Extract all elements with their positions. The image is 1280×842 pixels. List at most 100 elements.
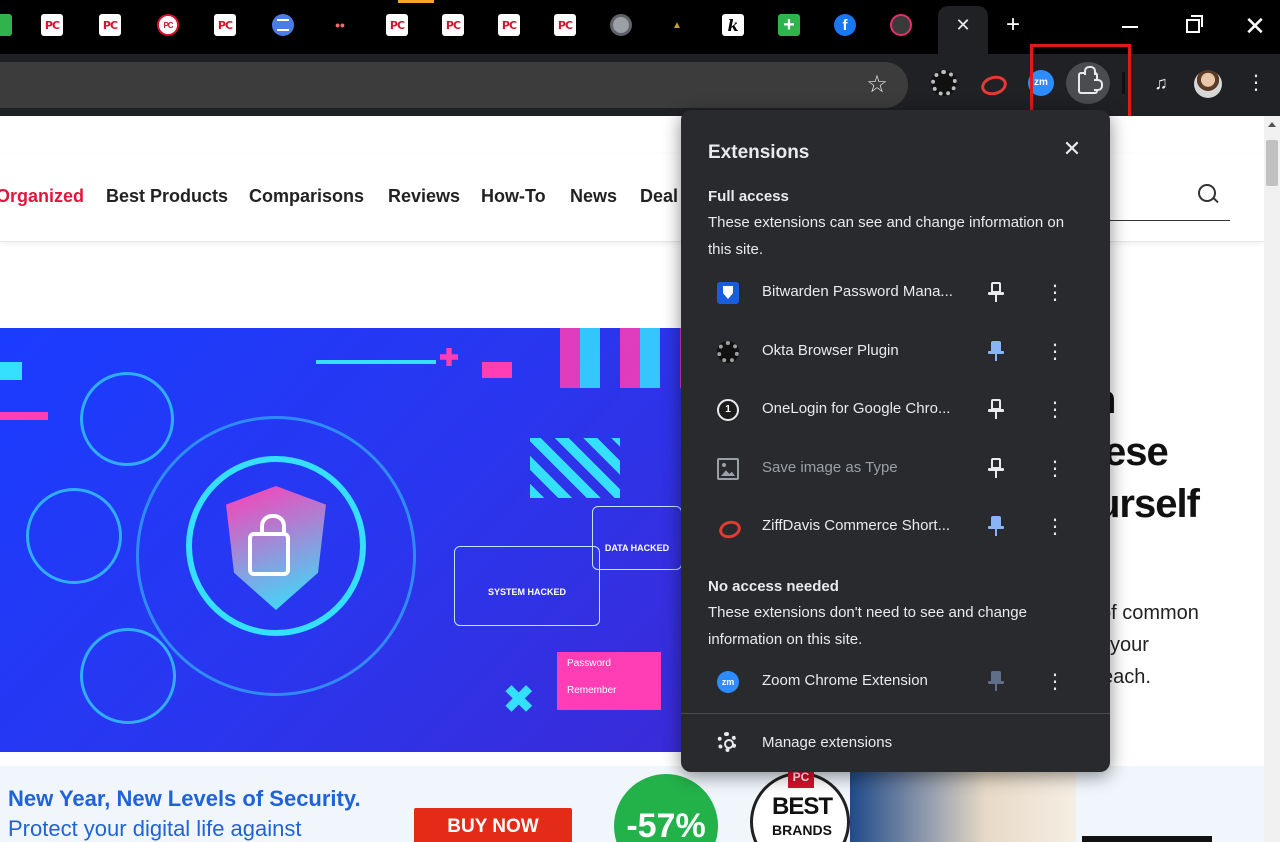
ad-headline: New Year, New Levels of Security. (8, 786, 361, 811)
hero-eye-circle (80, 372, 174, 466)
tab-6-favicon-icon[interactable] (329, 14, 351, 36)
hero-plus (440, 348, 458, 366)
manage-extensions-button[interactable]: Manage extensions (681, 714, 1110, 770)
more-vert-icon[interactable]: ⋮ (1045, 455, 1065, 483)
nav-item-news[interactable]: News (570, 186, 617, 207)
more-vert-icon[interactable]: ⋮ (1045, 338, 1065, 366)
pin-icon[interactable] (987, 398, 1005, 422)
article-headline-fragment: ese (1104, 430, 1169, 474)
extension-row-bitwarden[interactable]: Bitwarden Password Mana... ⋮ (681, 266, 1110, 320)
more-vert-icon[interactable]: ⋮ (1045, 279, 1065, 307)
hero-system-hacked-card: SYSTEM HACKED (454, 546, 600, 626)
hero-pixel (0, 412, 48, 420)
ad-banner[interactable]: New Year, New Levels of Security. Protec… (0, 766, 1264, 842)
best-brands-brands: BRANDS (772, 822, 832, 838)
no-access-description: These extensions don't need to see and c… (708, 604, 1027, 648)
hero-pixel-grid (530, 438, 620, 498)
extension-name: ZiffDavis Commerce Short... (762, 517, 951, 534)
article-body-fragment: your (1110, 634, 1149, 656)
tab-4-favicon-icon[interactable]: PC (214, 14, 236, 36)
hero-x-mark: ✖ (502, 678, 536, 722)
nav-item-organized[interactable]: Organized (0, 186, 84, 207)
okta-toolbar-icon[interactable] (931, 70, 957, 96)
tab-3-favicon-icon[interactable]: PC (157, 14, 179, 36)
hero-pixel (0, 362, 22, 380)
pinned-disabled-icon (987, 670, 1005, 694)
scroll-thumb[interactable] (1266, 140, 1278, 186)
nav-item-deals[interactable]: Deal (640, 186, 678, 207)
scroll-up-arrow-icon[interactable] (1268, 122, 1276, 127)
tab-8-favicon-icon[interactable]: PC (442, 14, 464, 36)
tab-close-icon[interactable]: ✕ (952, 14, 974, 36)
buy-now-button[interactable]: BUY NOW (414, 808, 572, 842)
extension-row-okta[interactable]: Okta Browser Plugin ⋮ (681, 325, 1110, 379)
manage-extensions-label: Manage extensions (762, 734, 893, 751)
nav-item-best-products[interactable]: Best Products (106, 186, 228, 207)
tab-1-favicon-icon[interactable]: PC (41, 14, 63, 36)
ziffdavis-icon (717, 516, 739, 538)
extension-name: Zoom Chrome Extension (762, 672, 928, 689)
tab-10-favicon-icon[interactable]: PC (554, 14, 576, 36)
hero-firewall-circle (26, 488, 122, 584)
search-underline (1110, 220, 1230, 221)
hero-padlock-icon (248, 514, 290, 576)
extension-row-zoom[interactable]: zm Zoom Chrome Extension ⋮ (681, 655, 1110, 709)
popup-close-icon[interactable]: ✕ (1061, 138, 1083, 160)
bookmark-star-icon[interactable]: ☆ (864, 72, 890, 98)
tab-12-favicon-icon[interactable]: ▲ (666, 14, 688, 36)
okta-icon (717, 341, 739, 363)
pin-icon[interactable] (987, 457, 1005, 481)
profile-avatar[interactable] (1194, 70, 1222, 98)
search-icon[interactable] (1198, 184, 1220, 206)
tab-9-favicon-icon[interactable]: PC (498, 14, 520, 36)
page-scrollbar[interactable] (1264, 116, 1280, 842)
tab-11-favicon-icon[interactable] (610, 14, 632, 36)
tab-0-favicon-icon[interactable] (0, 14, 12, 36)
ziffdavis-toolbar-icon[interactable] (979, 70, 1005, 96)
extension-row-save-image[interactable]: Save image as Type ⋮ (681, 442, 1110, 496)
tab-13-favicon-icon[interactable]: k (722, 14, 744, 36)
extension-row-ziffdavis[interactable]: ZiffDavis Commerce Short... ⋮ (681, 500, 1110, 554)
extension-name: OneLogin for Google Chro... (762, 400, 951, 417)
article-body-fragment: of common (1100, 602, 1199, 624)
tab-15-favicon-icon[interactable]: f (834, 14, 856, 36)
window-close-button[interactable]: ✕ (1243, 12, 1267, 40)
extension-row-onelogin[interactable]: 1 OneLogin for Google Chro... ⋮ (681, 383, 1110, 437)
window-minimize-button[interactable] (1122, 26, 1138, 28)
tab-loading-indicator (398, 0, 434, 3)
media-queue-icon[interactable]: ♫ (1148, 70, 1174, 96)
nav-item-how-to[interactable]: How-To (481, 186, 546, 207)
page-element-strip (1082, 836, 1212, 842)
pinned-icon[interactable] (987, 515, 1005, 539)
tab-14-favicon-icon[interactable]: + (778, 14, 800, 36)
browser-window: PC PC PC PC PC PC PC PC ▲ k + f ✕ + ✕ ☆ … (0, 0, 1280, 842)
new-tab-button[interactable]: + (1000, 12, 1026, 38)
hero-lock-circle (80, 628, 176, 724)
more-vert-icon[interactable]: ⋮ (1045, 668, 1065, 696)
pinned-icon[interactable] (987, 340, 1005, 364)
nav-item-comparisons[interactable]: Comparisons (249, 186, 364, 207)
tab-2-favicon-icon[interactable]: PC (99, 14, 121, 36)
ad-photo (850, 766, 1076, 842)
more-vert-icon[interactable]: ⋮ (1045, 513, 1065, 541)
extension-name: Save image as Type (762, 459, 898, 476)
article-headline-fragment: urself (1096, 482, 1200, 526)
window-restore-button[interactable] (1186, 15, 1203, 33)
tab-5-favicon-icon[interactable] (272, 14, 294, 36)
hero-line (316, 360, 436, 364)
popup-title: Extensions (708, 142, 810, 163)
tab-7-favicon-icon[interactable]: PC (386, 14, 408, 36)
onelogin-icon: 1 (717, 399, 739, 421)
no-access-title: No access needed (708, 578, 839, 595)
tab-16-favicon-icon[interactable] (890, 14, 912, 36)
hero-pixel-grid (560, 328, 682, 388)
pin-icon[interactable] (987, 281, 1005, 305)
hero-password-card: Password Remember (557, 652, 661, 710)
zoom-icon: zm (717, 671, 739, 693)
address-bar[interactable]: ☆ (0, 62, 908, 108)
more-vert-icon[interactable]: ⋮ (1045, 396, 1065, 424)
nav-item-reviews[interactable]: Reviews (388, 186, 460, 207)
discount-badge: -57% (614, 774, 718, 842)
bitwarden-icon (717, 282, 739, 304)
more-vert-icon[interactable]: ⋮ (1244, 70, 1268, 96)
